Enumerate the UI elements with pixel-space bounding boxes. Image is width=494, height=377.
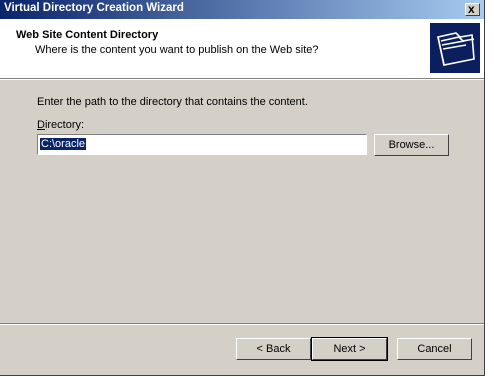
- instruction-text: Enter the path to the directory that con…: [37, 96, 308, 108]
- back-button-label: < Back: [256, 343, 291, 355]
- header-separator: [0, 78, 484, 80]
- browse-button[interactable]: Browse...: [374, 134, 449, 156]
- directory-value: C:\oracle: [40, 138, 87, 150]
- close-icon: x: [468, 2, 475, 16]
- wizard-window: Virtual Directory Creation Wizard x Web …: [0, 0, 485, 376]
- next-button-label: Next >: [333, 343, 366, 355]
- directory-input[interactable]: C:\oracle: [37, 134, 367, 155]
- cancel-button[interactable]: Cancel: [397, 338, 472, 360]
- next-button[interactable]: Next >: [311, 337, 388, 361]
- close-button[interactable]: x: [465, 2, 480, 16]
- directory-label: Directory:: [37, 119, 85, 131]
- footer-separator: [0, 323, 484, 325]
- header-title: Web Site Content Directory: [16, 29, 159, 41]
- cancel-button-label: Cancel: [417, 343, 452, 355]
- window-title: Virtual Directory Creation Wizard: [4, 2, 184, 14]
- title-bar[interactable]: Virtual Directory Creation Wizard x: [0, 0, 484, 19]
- browse-button-label: Browse...: [388, 139, 435, 151]
- header-subtitle: Where is the content you want to publish…: [35, 44, 319, 56]
- back-button[interactable]: < Back: [236, 338, 311, 360]
- folders-icon: [430, 23, 480, 73]
- wizard-header: Web Site Content Directory Where is the …: [0, 19, 484, 78]
